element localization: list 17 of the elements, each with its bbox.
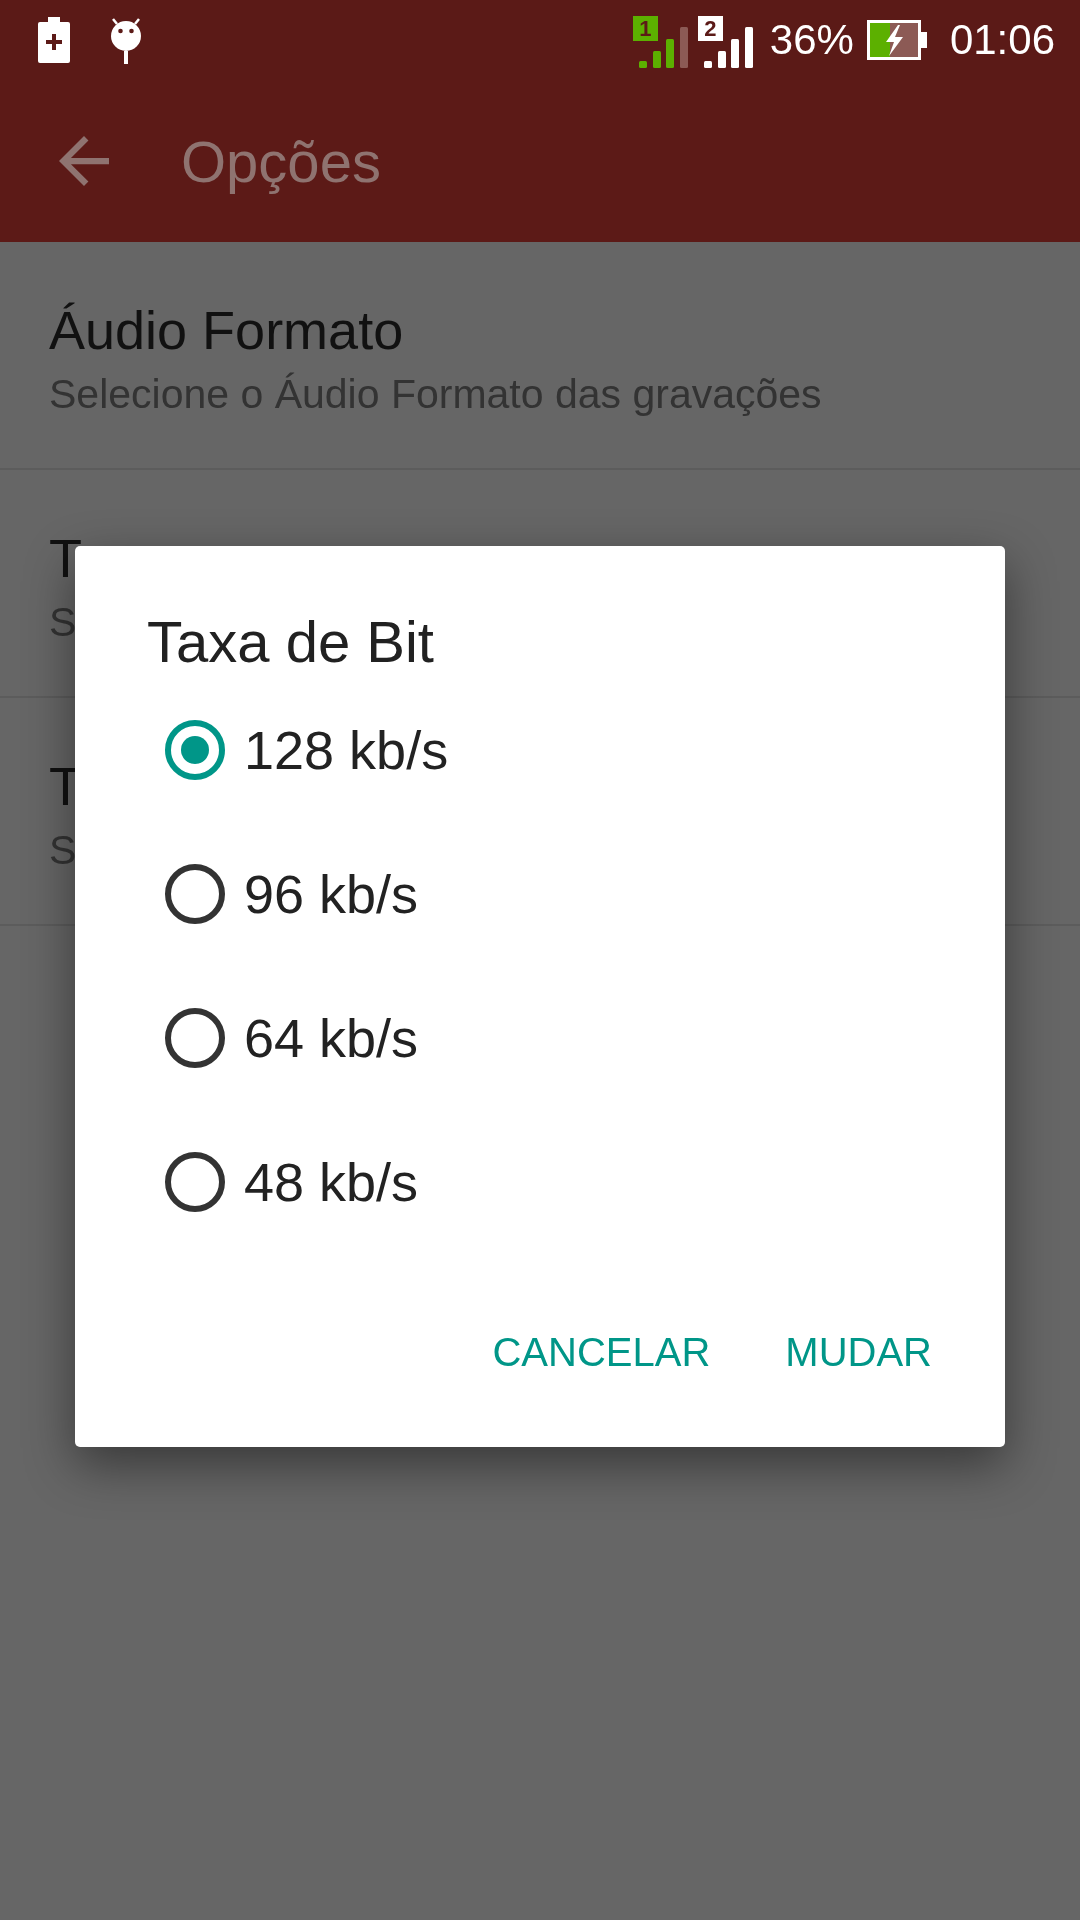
battery-charging-icon — [866, 20, 927, 60]
dialog-button[interactable]: MUDAR — [761, 1298, 956, 1406]
app-bar-title: Opções — [181, 127, 381, 195]
bitrate-option[interactable]: 128 kb/s — [75, 678, 1005, 822]
battery-plus-icon — [38, 17, 70, 63]
dialog-button[interactable]: CANCELAR — [468, 1298, 735, 1406]
robot-icon — [110, 16, 142, 64]
setting-title[interactable]: Áudio Formato — [49, 298, 404, 362]
sim-number-badge: 1 — [632, 16, 658, 41]
sim-number-badge: 2 — [697, 16, 723, 41]
bitrate-option[interactable]: 64 kb/s — [75, 966, 1005, 1110]
battery-percent: 36% — [769, 16, 854, 64]
clock-time: 01:06 — [949, 16, 1055, 64]
bitrate-option[interactable]: 48 kb/s — [75, 1110, 1005, 1254]
dialog-title: Taxa de Bit — [147, 608, 434, 676]
bitrate-option[interactable]: 96 kb/s — [75, 822, 1005, 966]
back-arrow-icon[interactable] — [59, 136, 109, 186]
